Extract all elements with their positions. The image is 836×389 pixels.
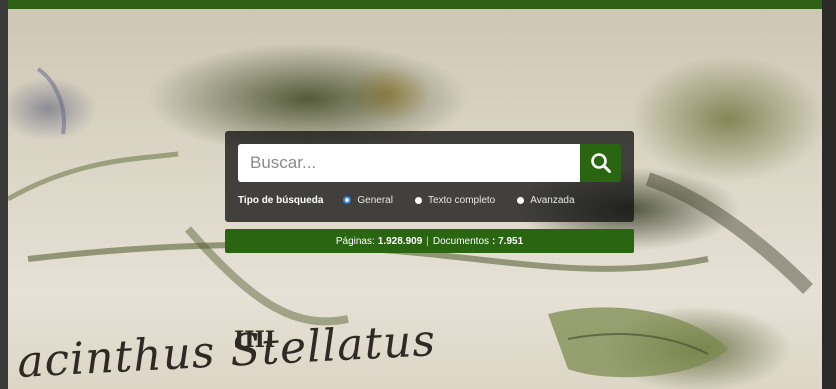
radio-icon[interactable] [517,196,525,204]
search-input[interactable] [238,144,580,182]
search-type-full-text[interactable]: Texto completo [414,194,496,206]
pages-label: Páginas: [335,235,375,247]
stats-bar: Páginas: 1.928.909 | Documentos : 7.951 [225,229,634,253]
right-edge [822,0,836,389]
top-bar [0,0,836,9]
search-panel: Tipo de búsqueda General Texto completo … [225,131,634,222]
search-type-group: Tipo de búsqueda General Texto completo … [238,193,597,207]
left-edge [0,0,8,389]
search-type-general-label: General [357,194,393,206]
search-type-general[interactable]: General [343,195,393,206]
documents-label: Documentos [432,235,490,247]
search-type-advanced-label: Avanzada [530,194,575,206]
radio-icon[interactable] [414,196,422,204]
search-button[interactable] [580,144,621,182]
search-type-advanced[interactable]: Avanzada [517,194,575,206]
search-icon [590,153,611,173]
documents-count: : 7.951 [492,235,524,247]
search-type-full-text-label: Texto completo [427,194,496,206]
stats-separator: | [426,235,429,247]
search-type-label: Tipo de búsqueda [238,194,324,206]
radio-selected-icon[interactable] [343,196,352,204]
pages-count: 1.928.909 [377,235,423,247]
